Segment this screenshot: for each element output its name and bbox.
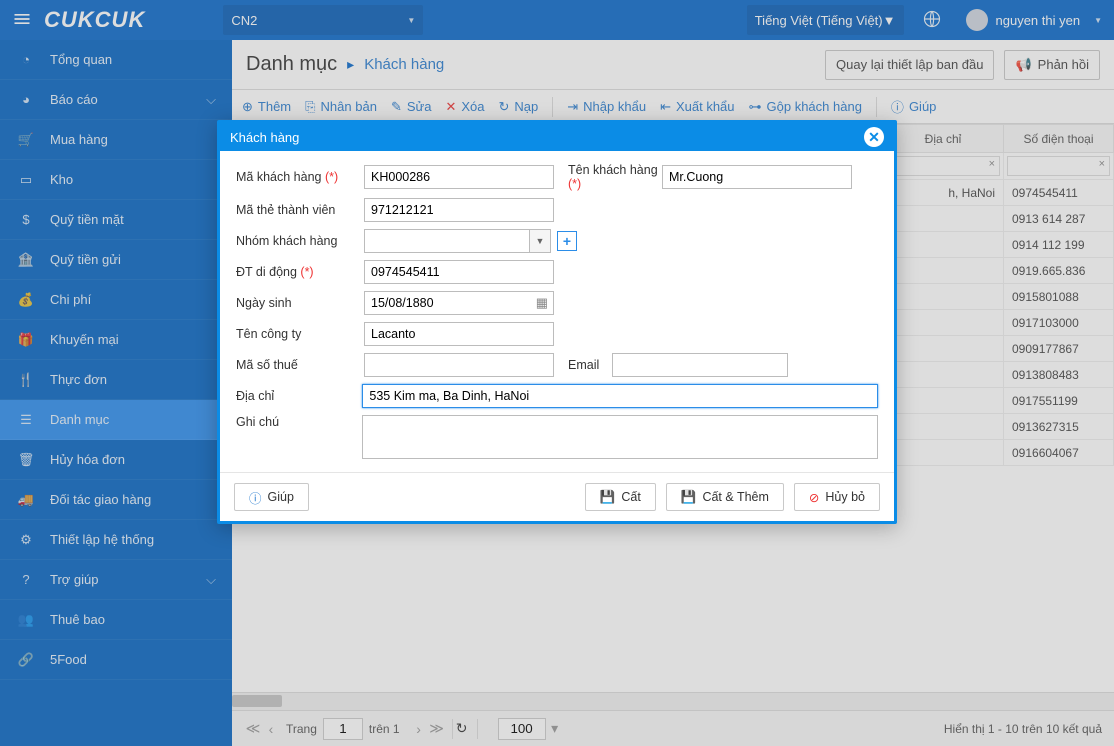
close-icon[interactable]: ✕: [864, 127, 884, 147]
cancel-icon: ⊘: [809, 490, 819, 505]
input-mobile[interactable]: [364, 260, 554, 284]
input-name[interactable]: [662, 165, 852, 189]
group-dropdown-icon[interactable]: ▼: [529, 229, 551, 253]
input-dob[interactable]: [364, 291, 554, 315]
label-mobile: ĐT di động (*): [236, 265, 364, 279]
save-plus-icon: 💾: [681, 490, 697, 505]
label-email: Email: [554, 358, 612, 372]
label-group: Nhóm khách hàng: [236, 234, 364, 248]
input-email[interactable]: [612, 353, 788, 377]
input-card[interactable]: [364, 198, 554, 222]
label-company: Tên công ty: [236, 327, 364, 341]
modal-cancel-button[interactable]: ⊘Hủy bỏ: [794, 483, 880, 511]
label-note: Ghi chú: [236, 415, 362, 429]
calendar-icon[interactable]: ▦: [536, 295, 548, 311]
modal-title: Khách hàng: [230, 130, 299, 145]
add-group-button[interactable]: +: [557, 231, 577, 251]
customer-modal: Khách hàng ✕ Mã khách hàng (*) Tên khách…: [217, 120, 897, 524]
modal-save-add-button[interactable]: 💾Cất & Thêm: [666, 483, 784, 511]
input-address[interactable]: [362, 384, 878, 408]
label-tax: Mã số thuế: [236, 358, 364, 372]
modal-overlay: Khách hàng ✕ Mã khách hàng (*) Tên khách…: [0, 0, 1114, 746]
modal-save-button[interactable]: 💾Cất: [585, 483, 656, 511]
label-card: Mã thẻ thành viên: [236, 203, 364, 217]
input-company[interactable]: [364, 322, 554, 346]
label-code: Mã khách hàng (*): [236, 170, 364, 184]
modal-help-button[interactable]: ⓘGiúp: [234, 483, 309, 511]
input-code[interactable]: [364, 165, 554, 189]
help-icon: ⓘ: [249, 488, 262, 507]
label-name: Tên khách hàng (*): [554, 163, 662, 191]
modal-header: Khách hàng ✕: [220, 123, 894, 151]
label-address: Địa chỉ: [236, 389, 362, 403]
input-tax[interactable]: [364, 353, 554, 377]
input-note[interactable]: [362, 415, 878, 459]
input-group[interactable]: [364, 229, 529, 253]
save-icon: 💾: [600, 490, 616, 505]
label-dob: Ngày sinh: [236, 296, 364, 310]
